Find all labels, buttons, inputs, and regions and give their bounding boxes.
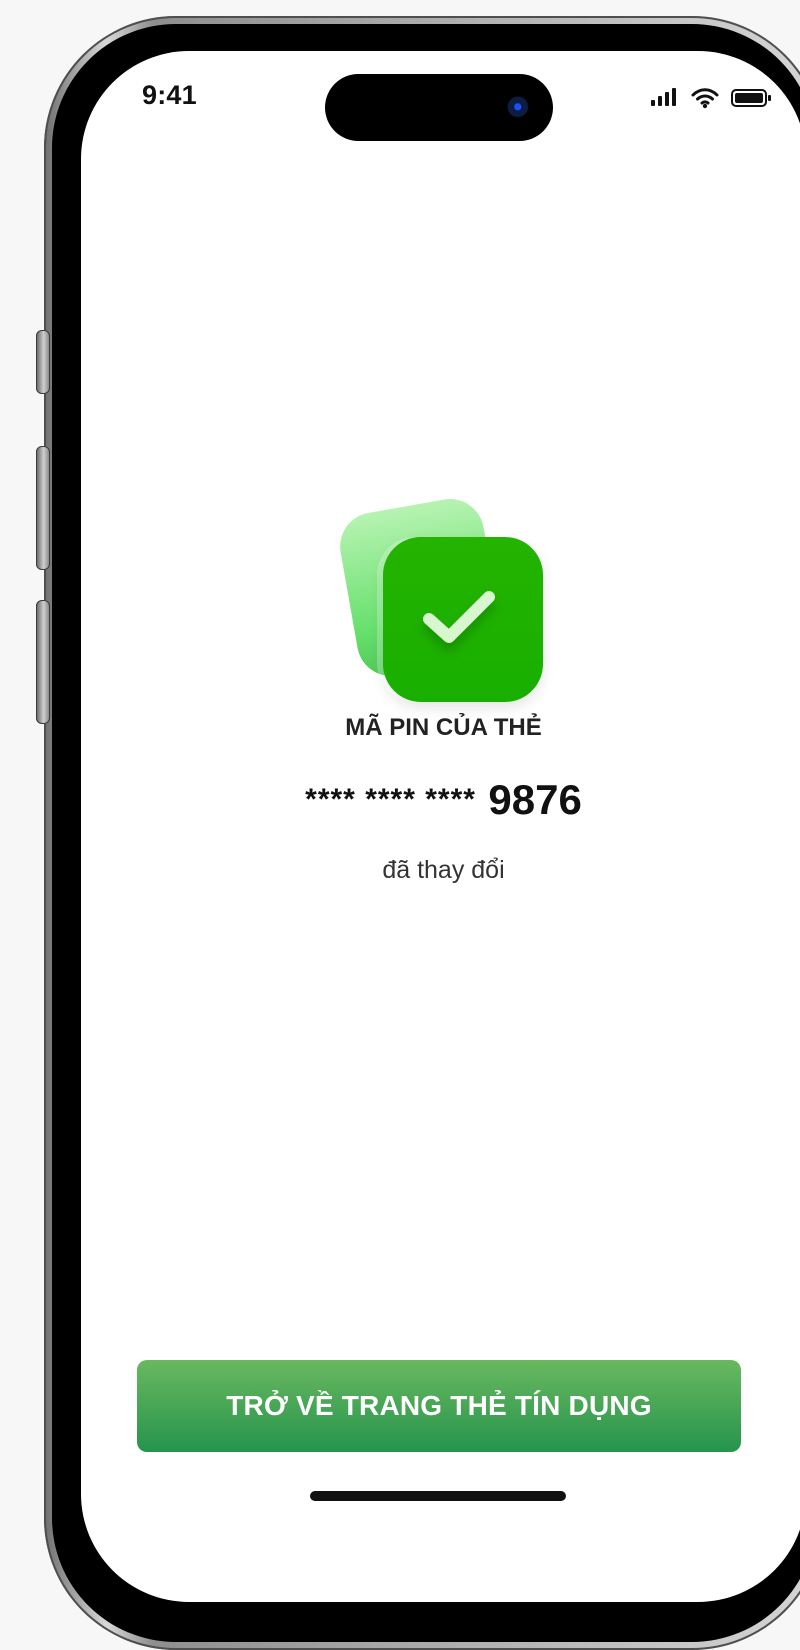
check-icon <box>423 591 495 643</box>
card-number: **** **** **** 9876 <box>81 776 800 824</box>
status-time: 9:41 <box>142 80 197 110</box>
home-indicator <box>310 1491 566 1501</box>
battery-icon <box>731 89 771 107</box>
app-screen: 9:41 MÃ PIN CỦA THẺ **** **** **** 9876 … <box>81 51 800 1602</box>
success-card-front <box>383 537 543 702</box>
signal-icon <box>651 88 676 106</box>
card-last4: 9876 <box>488 776 582 823</box>
masked-card-number: **** **** **** <box>305 783 476 816</box>
phone-side-button-top <box>36 330 50 394</box>
phone-side-button-bottom <box>36 600 50 724</box>
status-icons <box>650 86 782 110</box>
camera-icon <box>507 96 531 120</box>
back-to-credit-card-button[interactable]: TRỞ VỀ TRANG THẺ TÍN DỤNG <box>137 1360 741 1452</box>
wifi-icon <box>691 88 719 109</box>
phone-side-button-middle <box>36 446 50 570</box>
pin-change-status: đã thay đổi <box>382 856 505 884</box>
dynamic-island <box>325 74 553 141</box>
success-card-graphic <box>334 493 548 707</box>
pin-title: MÃ PIN CỦA THẺ <box>345 714 542 741</box>
